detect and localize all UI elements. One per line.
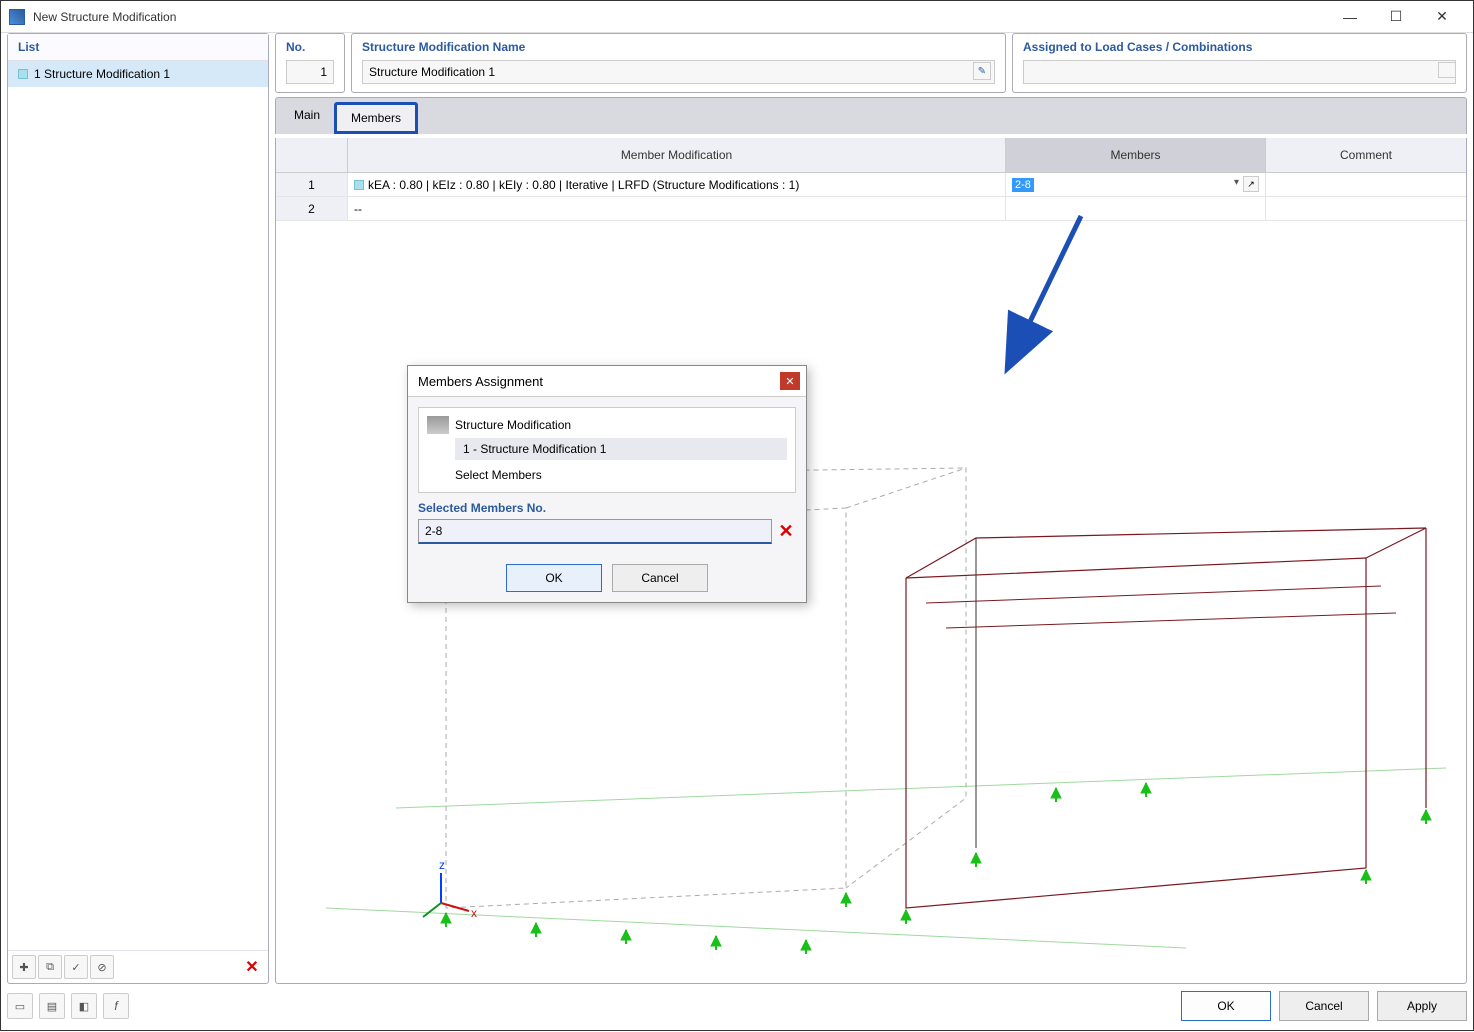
no-label: No. — [286, 40, 334, 54]
grid-header-row: Member Modification Members Comment — [276, 138, 1466, 173]
grid-header-rownum — [276, 138, 348, 172]
selected-members-label: Selected Members No. — [418, 501, 796, 515]
dialog-close-icon[interactable]: ✕ — [780, 372, 800, 390]
no-field-box: No. — [275, 33, 345, 93]
new-item-icon[interactable]: ✚ — [12, 955, 36, 979]
cell-members-value: 2-8 — [1012, 178, 1034, 192]
assigned-field-box: Assigned to Load Cases / Combinations — [1012, 33, 1467, 93]
uncheck-icon[interactable]: ⊘ — [90, 955, 114, 979]
list-body: 1 Structure Modification 1 — [8, 61, 268, 950]
color-swatch-icon — [354, 180, 364, 190]
pick-members-icon[interactable]: ↗ — [1243, 176, 1259, 192]
section-header: Structure Modification — [455, 418, 571, 432]
app-icon — [9, 9, 25, 25]
cell-modification[interactable]: kEA : 0.80 | kEIz : 0.80 | kEIy : 0.80 |… — [348, 173, 1006, 196]
view-mode-3-icon[interactable]: ◧ — [71, 993, 97, 1019]
tree-item-select-members[interactable]: Select Members — [427, 466, 787, 484]
table-row[interactable]: 1 kEA : 0.80 | kEIz : 0.80 | kEIy : 0.80… — [276, 173, 1466, 197]
function-icon[interactable]: f — [103, 993, 129, 1019]
dialog-title: Members Assignment — [418, 374, 543, 389]
view-mode-1-icon[interactable]: ▭ — [7, 993, 33, 1019]
dialog-ok-button[interactable]: OK — [506, 564, 602, 592]
dialog-cancel-button[interactable]: Cancel — [612, 564, 708, 592]
cell-members[interactable]: 2-8 ▾ ↗ — [1006, 173, 1266, 196]
bottom-bar: ▭ ▤ ◧ f OK Cancel Apply — [7, 988, 1467, 1024]
tree-item-selected[interactable]: 1 - Structure Modification 1 — [455, 438, 787, 460]
svg-text:z: z — [439, 858, 445, 872]
assigned-picker-icon[interactable] — [1438, 62, 1456, 78]
maximize-button[interactable]: ☐ — [1373, 2, 1419, 32]
svg-text:x: x — [471, 906, 477, 920]
minimize-button[interactable]: — — [1327, 2, 1373, 32]
row-number: 1 — [276, 173, 348, 196]
duplicate-item-icon[interactable]: ⧉ — [38, 955, 62, 979]
ok-button[interactable]: OK — [1181, 991, 1271, 1021]
list-header: List — [8, 34, 268, 61]
cell-comment[interactable] — [1266, 173, 1466, 196]
name-label: Structure Modification Name — [362, 40, 995, 54]
window-title: New Structure Modification — [33, 10, 1327, 24]
edit-name-icon[interactable]: ✎ — [973, 62, 991, 80]
apply-button[interactable]: Apply — [1377, 991, 1467, 1021]
view-mode-2-icon[interactable]: ▤ — [39, 993, 65, 1019]
check-icon[interactable]: ✓ — [64, 955, 88, 979]
members-assignment-dialog: Members Assignment ✕ Structure Modificat… — [407, 365, 807, 603]
list-item[interactable]: 1 Structure Modification 1 — [8, 61, 268, 87]
clear-selection-icon[interactable]: ✕ — [776, 521, 796, 542]
member-icon — [427, 416, 449, 434]
close-button[interactable]: ✕ — [1419, 2, 1465, 32]
chevron-down-icon[interactable]: ▾ — [1234, 177, 1239, 188]
cancel-button[interactable]: Cancel — [1279, 991, 1369, 1021]
grid-header-members: Members — [1006, 138, 1266, 172]
list-panel: List 1 Structure Modification 1 ✚ ⧉ ✓ ⊘ … — [7, 33, 269, 984]
name-input[interactable] — [362, 60, 995, 84]
list-item-label: 1 Structure Modification 1 — [34, 67, 170, 81]
color-swatch-icon — [18, 69, 28, 79]
list-toolbar: ✚ ⧉ ✓ ⊘ ✕ — [8, 950, 268, 983]
cell-modification-text: kEA : 0.80 | kEIz : 0.80 | kEIy : 0.80 |… — [368, 178, 799, 192]
tab-main[interactable]: Main — [280, 102, 334, 134]
titlebar: New Structure Modification — ☐ ✕ — [1, 1, 1473, 33]
dialog-tree-section: Structure Modification 1 - Structure Mod… — [418, 407, 796, 493]
assigned-input[interactable] — [1023, 60, 1456, 84]
delete-item-icon[interactable]: ✕ — [240, 955, 264, 979]
no-input[interactable] — [286, 60, 334, 84]
tab-members[interactable]: Members — [334, 102, 418, 134]
assigned-label: Assigned to Load Cases / Combinations — [1023, 40, 1456, 54]
grid-header-comment: Comment — [1266, 138, 1466, 172]
grid-header-modification: Member Modification — [348, 138, 1006, 172]
dialog-titlebar[interactable]: Members Assignment ✕ — [408, 366, 806, 397]
selected-members-input[interactable] — [418, 519, 772, 544]
tab-bar: Main Members — [275, 97, 1467, 134]
name-field-box: Structure Modification Name ✎ — [351, 33, 1006, 93]
